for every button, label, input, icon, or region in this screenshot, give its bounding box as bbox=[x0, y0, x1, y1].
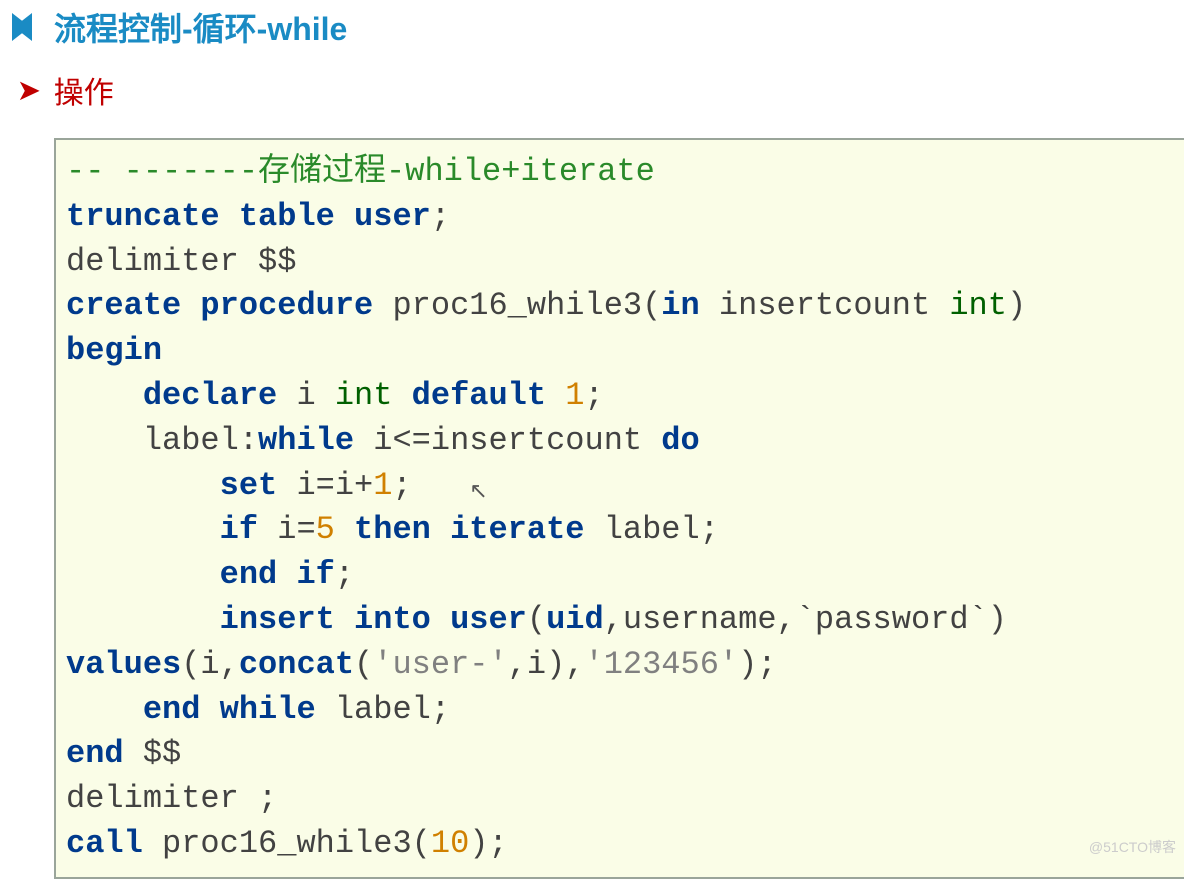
kw-set: set bbox=[220, 467, 278, 504]
kw-values: values bbox=[66, 646, 181, 683]
kw-call: call bbox=[66, 825, 143, 862]
col-rest: ,username,`password`) bbox=[604, 601, 1007, 638]
kw-default: default bbox=[412, 377, 546, 414]
label: label: bbox=[66, 422, 258, 459]
kw-if2: if bbox=[296, 556, 334, 593]
cursor-icon: ↖ bbox=[469, 478, 487, 509]
kw-while2: while bbox=[220, 691, 316, 728]
kw-if: if bbox=[220, 511, 258, 548]
kw-end: end bbox=[220, 556, 278, 593]
paren-close: ) bbox=[1007, 287, 1026, 324]
page-title: 流程控制-循环-while bbox=[54, 4, 347, 50]
ident-user: user bbox=[354, 198, 431, 235]
str-user: 'user-' bbox=[373, 646, 507, 683]
kw-create: create bbox=[66, 287, 181, 324]
num-10: 10 bbox=[431, 825, 469, 862]
num-1: 1 bbox=[565, 377, 584, 414]
iterate-label: label; bbox=[584, 511, 718, 548]
delimiter-line: delimiter $$ bbox=[66, 243, 296, 280]
title-row: 流程控制-循环-while bbox=[0, 0, 1184, 50]
kw-do: do bbox=[661, 422, 699, 459]
proc-name: proc16_while3( bbox=[373, 287, 661, 324]
kw-procedure: procedure bbox=[200, 287, 373, 324]
kw-while: while bbox=[258, 422, 354, 459]
end-dd: $$ bbox=[124, 735, 182, 772]
type-int: int bbox=[949, 287, 1007, 324]
code-comment: -- -------存储过程-while+iterate bbox=[66, 153, 655, 190]
kw-into: into bbox=[354, 601, 431, 638]
kw-then: then bbox=[354, 511, 431, 548]
call-name: proc16_while3( bbox=[143, 825, 431, 862]
op-plus: + bbox=[354, 467, 373, 504]
kw-begin: begin bbox=[66, 332, 162, 369]
kw-end2: end bbox=[143, 691, 201, 728]
fn-concat: concat bbox=[239, 646, 354, 683]
str-pwd: '123456' bbox=[584, 646, 738, 683]
num-1b: 1 bbox=[373, 467, 392, 504]
kw-end3: end bbox=[66, 735, 124, 772]
if-expr: i= bbox=[258, 511, 316, 548]
kw-declare: declare bbox=[143, 377, 277, 414]
subtitle-row: ➤ 操作 bbox=[0, 50, 1184, 112]
ident-user2: user bbox=[450, 601, 527, 638]
kw-truncate: truncate bbox=[66, 198, 220, 235]
call-close: ); bbox=[469, 825, 507, 862]
values-open: (i, bbox=[181, 646, 239, 683]
code-block: -- -------存储过程-while+iterate truncate ta… bbox=[54, 138, 1184, 879]
col-uid: uid bbox=[546, 601, 604, 638]
values-mid: ,i), bbox=[508, 646, 585, 683]
num-5: 5 bbox=[316, 511, 335, 548]
watermark: @51CTO博客 bbox=[1089, 837, 1176, 857]
endwhile-label: label; bbox=[316, 691, 450, 728]
kw-table: table bbox=[239, 198, 335, 235]
var-i: i bbox=[277, 377, 335, 414]
kw-in: in bbox=[661, 287, 699, 324]
type-int2: int bbox=[335, 377, 393, 414]
kw-insert: insert bbox=[220, 601, 335, 638]
kw-iterate: iterate bbox=[450, 511, 584, 548]
diamond-bullet-icon bbox=[12, 13, 44, 41]
values-close: ); bbox=[738, 646, 776, 683]
arrow-icon: ➤ bbox=[18, 77, 40, 103]
while-cond: i<=insertcount bbox=[354, 422, 661, 459]
set-expr: i=i bbox=[277, 467, 354, 504]
delimiter-reset: delimiter ; bbox=[66, 780, 277, 817]
param-name: insertcount bbox=[700, 287, 950, 324]
subtitle: 操作 bbox=[54, 68, 114, 112]
